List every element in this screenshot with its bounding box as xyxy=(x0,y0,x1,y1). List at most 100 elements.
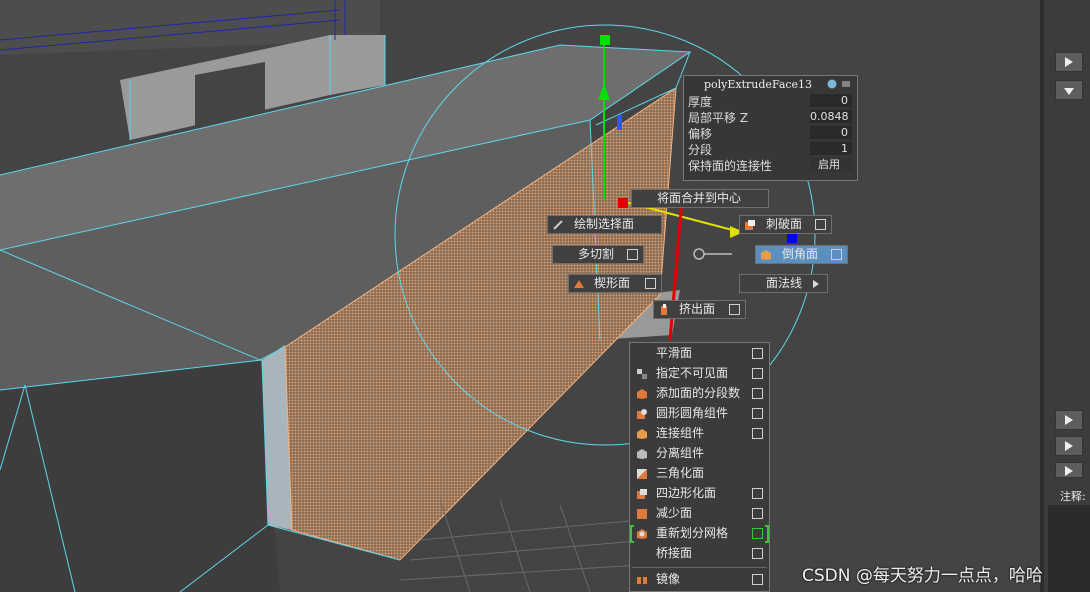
poly-extrude-attribute-panel: polyExtrudeFace13 厚度 0 局部平移 Z 0.0848 偏移 … xyxy=(683,75,858,181)
offset-field[interactable]: 0 xyxy=(810,126,852,139)
remesh-label: 重新划分网格 xyxy=(656,526,729,540)
notes-label: 注释: xyxy=(1060,490,1086,503)
wedge-face-item[interactable]: 楔形面 xyxy=(568,274,662,293)
3d-viewport[interactable] xyxy=(0,0,1040,592)
remesh-bracket-left-icon xyxy=(630,525,634,543)
connect-components-item[interactable]: 连接组件 xyxy=(630,424,769,444)
panel-divider[interactable] xyxy=(1040,0,1044,592)
bridge-face-option-box[interactable] xyxy=(752,548,763,559)
merge-faces-to-center-item[interactable]: 将面合并到中心 xyxy=(631,189,769,208)
multi-cut-label: 多切割 xyxy=(578,247,615,261)
connect-icon xyxy=(637,429,647,439)
reduce-label: 减少面 xyxy=(656,506,693,520)
bridge-face-label: 桥接面 xyxy=(656,546,693,560)
local-translate-z-field[interactable]: 0.0848 xyxy=(810,110,852,123)
menu-divider xyxy=(632,567,767,568)
mirror-option-box[interactable] xyxy=(752,574,763,585)
wedge-icon xyxy=(574,280,584,288)
detach-icon xyxy=(637,449,647,459)
expand-button-4[interactable] xyxy=(1055,462,1083,478)
remesh-item[interactable]: 重新划分网格 xyxy=(630,524,769,544)
poke-face-option-box[interactable] xyxy=(815,219,826,230)
bevel-face-item[interactable]: 倒角面 xyxy=(755,245,848,264)
add-divisions-label: 添加面的分段数 xyxy=(656,386,741,400)
extrude-face-item[interactable]: 挤出面 xyxy=(653,300,746,319)
smooth-face-item[interactable]: 平滑面 xyxy=(630,344,769,364)
attribute-panel-title: polyExtrudeFace13 xyxy=(704,78,813,91)
merge-faces-label: 将面合并到中心 xyxy=(657,191,742,205)
assign-invisible-faces-item[interactable]: 指定不可见面 xyxy=(630,364,769,384)
thickness-field[interactable]: 0 xyxy=(810,94,852,107)
bridge-face-item[interactable]: 桥接面 xyxy=(630,544,769,564)
invisible-faces-icon xyxy=(637,369,647,379)
divisions-row: 分段 1 xyxy=(688,141,856,157)
quadrangulate-option-box[interactable] xyxy=(752,488,763,499)
face-normals-item[interactable]: 面法线 xyxy=(739,274,828,293)
assign-invisible-faces-label: 指定不可见面 xyxy=(656,366,729,380)
paint-select-label: 绘制选择面 xyxy=(574,217,635,231)
right-side-panel: 注释: xyxy=(1040,0,1090,592)
floor-plane xyxy=(0,360,280,592)
circularize-label: 圆形圆角组件 xyxy=(656,406,729,420)
keep-faces-together-label: 保持面的连接性 xyxy=(688,159,773,173)
keep-faces-together-row: 保持面的连接性 启用 xyxy=(688,157,856,173)
circularize-icon xyxy=(637,409,647,419)
settings-icon[interactable] xyxy=(827,79,837,89)
offset-row: 偏移 0 xyxy=(688,125,856,141)
multi-cut-item[interactable]: 多切割 xyxy=(552,245,644,264)
expand-button-2[interactable] xyxy=(1055,410,1083,430)
add-divisions-option-box[interactable] xyxy=(752,388,763,399)
triangulate-icon xyxy=(637,469,647,479)
extrude-face-label: 挤出面 xyxy=(679,302,716,316)
bevel-icon xyxy=(761,250,771,260)
extrude-face-option-box[interactable] xyxy=(729,304,740,315)
thickness-label: 厚度 xyxy=(688,95,713,109)
divisions-field[interactable]: 1 xyxy=(810,142,852,155)
assign-invisible-faces-option-box[interactable] xyxy=(752,368,763,379)
bevel-face-label: 倒角面 xyxy=(782,247,819,261)
add-divisions-item[interactable]: 添加面的分段数 xyxy=(630,384,769,404)
detach-components-label: 分离组件 xyxy=(656,446,705,460)
smooth-face-label: 平滑面 xyxy=(656,346,693,360)
multi-cut-option-box[interactable] xyxy=(627,249,638,260)
mirror-icon xyxy=(637,577,647,584)
local-translate-z-row: 局部平移 Z 0.0848 xyxy=(688,109,856,125)
face-normals-label: 面法线 xyxy=(766,276,803,290)
expand-button-3[interactable] xyxy=(1055,436,1083,456)
quadrangulate-item[interactable]: 四边形化面 xyxy=(630,484,769,504)
reduce-item[interactable]: 减少面 xyxy=(630,504,769,524)
remesh-icon xyxy=(637,529,647,539)
divisions-label: 分段 xyxy=(688,143,713,157)
poke-face-item[interactable]: 刺破面 xyxy=(739,215,832,234)
watermark: CSDN @每天努力一点点，哈哈 xyxy=(802,566,1043,586)
notes-field[interactable] xyxy=(1048,505,1090,592)
smooth-face-option-box[interactable] xyxy=(752,348,763,359)
wedge-face-label: 楔形面 xyxy=(594,276,631,290)
local-translate-z-label: 局部平移 Z xyxy=(688,111,749,125)
circularize-item[interactable]: 圆形圆角组件 xyxy=(630,404,769,424)
submenu-arrow-icon xyxy=(813,280,819,288)
mirror-item[interactable]: 镜像 xyxy=(630,570,769,590)
add-divisions-icon xyxy=(637,389,647,399)
remesh-bracket-right-icon xyxy=(765,525,769,543)
poke-face-icon xyxy=(745,220,755,230)
remesh-option-box[interactable] xyxy=(752,528,763,539)
paint-select-faces-item[interactable]: 绘制选择面 xyxy=(547,215,662,234)
reduce-option-box[interactable] xyxy=(752,508,763,519)
quadrangulate-icon xyxy=(637,489,647,499)
wedge-face-option-box[interactable] xyxy=(645,278,656,289)
offset-label: 偏移 xyxy=(688,127,713,141)
detach-components-item[interactable]: 分离组件 xyxy=(630,444,769,464)
expand-button-1[interactable] xyxy=(1055,52,1083,72)
bevel-face-option-box[interactable] xyxy=(831,249,842,260)
keep-faces-together-field[interactable]: 启用 xyxy=(810,158,852,171)
menu-icon[interactable] xyxy=(841,79,851,89)
marking-menu-center-icon xyxy=(693,248,732,260)
collapse-button-1[interactable] xyxy=(1055,80,1083,100)
connect-components-option-box[interactable] xyxy=(752,428,763,439)
extrude-icon xyxy=(661,304,667,315)
connect-components-label: 连接组件 xyxy=(656,426,705,440)
circularize-option-box[interactable] xyxy=(752,408,763,419)
thickness-row: 厚度 0 xyxy=(688,93,856,109)
triangulate-item[interactable]: 三角化面 xyxy=(630,464,769,484)
